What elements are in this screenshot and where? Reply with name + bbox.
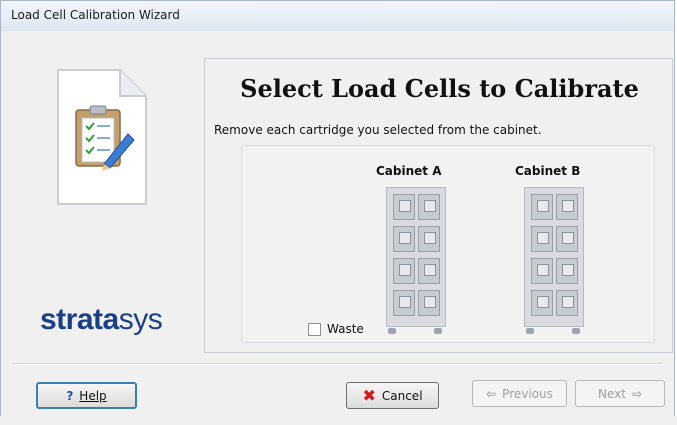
page-title: Select Load Cells to Calibrate (240, 74, 639, 103)
cartridge-slot[interactable] (393, 290, 415, 316)
arrow-left-icon: ⇦ (486, 386, 497, 401)
cabinet-foot (434, 328, 442, 334)
cartridge-slot[interactable] (418, 290, 440, 316)
cabinet-b[interactable] (524, 187, 584, 327)
clipboard-document-icon (57, 69, 147, 205)
title-bar: Load Cell Calibration Wizard (0, 0, 675, 32)
cancel-button[interactable]: ✖ Cancel (346, 382, 439, 409)
cabinet-a-label: Cabinet A (376, 164, 442, 178)
cartridge-slot[interactable] (531, 226, 553, 252)
cartridge-slot[interactable] (418, 194, 440, 220)
cartridge-slot[interactable] (531, 194, 553, 220)
cabinet-group: Cabinet A Cabinet B Waste (241, 145, 655, 343)
footer-separator (12, 363, 663, 365)
cartridge-slot[interactable] (556, 194, 578, 220)
cartridge-slot[interactable] (393, 194, 415, 220)
cartridge-slot[interactable] (393, 258, 415, 284)
cartridge-slot[interactable] (556, 226, 578, 252)
next-label: Next (597, 386, 626, 401)
cartridge-slot[interactable] (393, 226, 415, 252)
question-mark-icon: ? (66, 388, 74, 403)
help-label: Help (79, 388, 107, 403)
logo-bold: strata (40, 303, 119, 336)
instruction-text: Remove each cartridge you selected from … (214, 123, 542, 137)
cartridge-slot[interactable] (531, 290, 553, 316)
cartridge-slot[interactable] (556, 290, 578, 316)
content-panel: Select Load Cells to Calibrate Remove ea… (204, 58, 673, 353)
red-x-icon: ✖ (362, 386, 376, 405)
arrow-right-icon: ⇨ (631, 386, 643, 401)
waste-checkbox[interactable]: Waste (308, 322, 364, 336)
previous-label: Previous (502, 386, 553, 401)
cancel-label: Cancel (381, 388, 423, 403)
cabinet-b-label: Cabinet B (515, 164, 581, 178)
next-button[interactable]: Next ⇨ (575, 380, 665, 407)
cartridge-slot[interactable] (418, 258, 440, 284)
cartridge-slot[interactable] (418, 226, 440, 252)
window-bottom-edge (0, 416, 677, 425)
waste-label: Waste (327, 322, 364, 336)
window-title: Load Cell Calibration Wizard (11, 8, 180, 22)
cabinet-foot (388, 328, 396, 334)
waste-checkbox-box[interactable] (308, 322, 321, 336)
previous-button[interactable]: ⇦ Previous (472, 380, 567, 407)
cabinet-foot (572, 328, 580, 334)
stratasys-logo: stratasys (40, 303, 163, 337)
cartridge-slot[interactable] (531, 258, 553, 284)
cartridge-slot[interactable] (556, 258, 578, 284)
logo-regular: sys (118, 303, 163, 336)
cabinet-a[interactable] (386, 187, 446, 327)
cabinet-foot (526, 328, 534, 334)
help-button[interactable]: ? Help (36, 382, 137, 409)
